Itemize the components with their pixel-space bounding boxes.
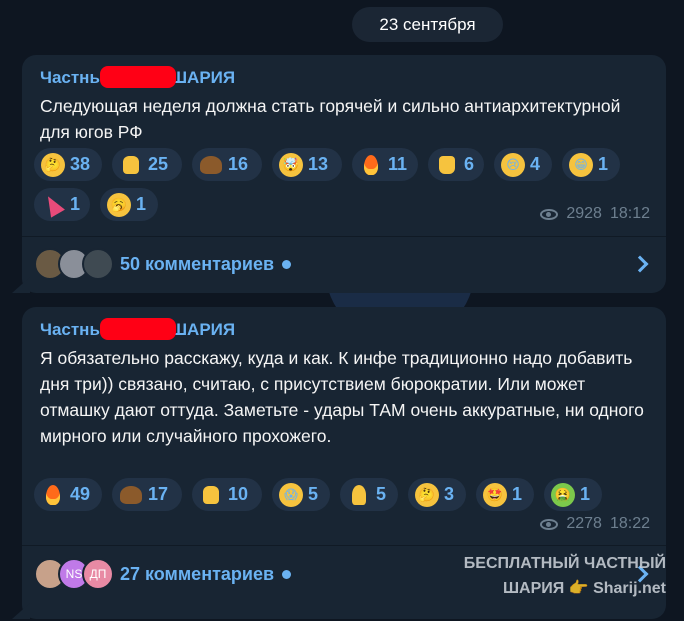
corner-watermark-line2: ШАРИЯ 👉 Sharij.net	[502, 580, 666, 597]
thinking-face-icon: 🤔	[415, 482, 439, 507]
reaction-crying-face[interactable]: 😢 4	[494, 148, 552, 181]
reaction-count: 1	[512, 484, 523, 504]
commenter-avatars: NS ДП	[34, 558, 114, 590]
chevron-right-icon	[631, 255, 649, 273]
reaction-grinning-face[interactable]: 😁 1	[562, 148, 620, 181]
reaction-count: 3	[444, 484, 455, 504]
reaction-party-popper[interactable]: 1	[34, 188, 90, 221]
redaction-mark	[99, 317, 176, 340]
fire-icon	[359, 153, 383, 177]
reaction-count: 38	[70, 154, 91, 174]
folded-hands-icon	[347, 483, 371, 507]
reaction-folded-hands[interactable]: 5	[340, 478, 398, 511]
avatar: ДП	[82, 558, 114, 590]
grinning-face-icon: 😁	[569, 152, 593, 177]
message-text: Следующая неделя должна стать горячей и …	[40, 96, 621, 142]
reaction-count: 1	[598, 154, 609, 174]
commenter-avatars	[34, 248, 114, 280]
reaction-count: 13	[308, 154, 329, 174]
reaction-screaming-face[interactable]: 😱 5	[272, 478, 330, 511]
view-count: 2278	[566, 515, 602, 532]
message-time: 18:12	[609, 205, 650, 222]
yawning-face-icon: 🥱	[107, 192, 131, 217]
reaction-thumbs-up[interactable]: 25	[112, 148, 182, 181]
thumbs-up-icon	[199, 483, 223, 507]
corner-watermark-line1: БЕСПЛАТНЫЙ ЧАСТНЫЙ	[463, 555, 666, 572]
pile-of-poo-icon	[119, 483, 143, 507]
bubble-tail	[12, 277, 30, 293]
sender-name-prefix: Частны	[40, 68, 104, 87]
divider	[22, 545, 666, 546]
pile-of-poo-icon	[199, 153, 223, 177]
reaction-nauseated-face[interactable]: 🤮 1	[544, 478, 602, 511]
reaction-count: 6	[464, 154, 475, 174]
reaction-pile-of-poo[interactable]: 17	[112, 478, 182, 511]
sender-name-suffix: ШАРИЯ	[169, 320, 236, 339]
redaction-mark	[99, 65, 176, 88]
date-separator: 23 сентября	[352, 7, 503, 42]
reaction-count: 1	[136, 194, 147, 214]
reaction-thinking-face[interactable]: 🤔 3	[408, 478, 466, 511]
avatar	[82, 248, 114, 280]
reaction-count: 1	[580, 484, 591, 504]
reaction-count: 1	[70, 194, 81, 214]
reaction-count: 5	[308, 484, 319, 504]
message-time: 18:22	[609, 515, 650, 532]
eye-icon	[540, 518, 559, 530]
reaction-count: 49	[70, 484, 91, 504]
nauseated-face-icon: 🤮	[551, 482, 575, 507]
comments-count-label: 50 комментариев	[120, 253, 275, 274]
sender-name-suffix: ШАРИЯ	[169, 68, 236, 87]
reaction-count: 17	[148, 484, 169, 504]
reaction-thumbs-up[interactable]: 10	[192, 478, 262, 511]
reaction-count: 5	[376, 484, 387, 504]
sender-name-prefix: Частны	[40, 320, 104, 339]
reaction-yawning-face[interactable]: 🥱 1	[100, 188, 158, 221]
thinking-face-icon: 🤔	[41, 152, 65, 177]
bubble-tail	[12, 603, 30, 619]
reaction-count: 4	[530, 154, 541, 174]
crying-face-icon: 😢	[501, 152, 525, 177]
reaction-count: 11	[388, 154, 408, 174]
reaction-star-struck[interactable]: 🤩 1	[476, 478, 534, 511]
exploding-head-icon: 🤯	[279, 152, 303, 177]
fire-icon	[41, 483, 65, 507]
sender-name[interactable]: Частны ШАРИЯ	[40, 317, 236, 341]
message-bubble: Частны ШАРИЯ Следующая неделя должна стат…	[12, 55, 666, 293]
eye-icon	[540, 208, 559, 220]
reaction-pile-of-poo[interactable]: 16	[192, 148, 262, 181]
thumbs-down-icon	[435, 153, 459, 177]
screaming-face-icon: 😱	[279, 482, 303, 507]
party-popper-icon	[41, 193, 65, 217]
message-meta: 2928 18:12	[540, 205, 650, 223]
message-text: Я обязательно расскажу, куда и как. К ин…	[40, 348, 644, 446]
reaction-exploding-head[interactable]: 🤯 13	[272, 148, 342, 181]
comments-button[interactable]: 50 комментариев	[34, 239, 654, 289]
reaction-thumbs-down[interactable]: 6	[428, 148, 484, 181]
unread-dot-icon	[282, 259, 292, 269]
unread-dot-icon	[282, 569, 292, 579]
reaction-fire[interactable]: 49	[34, 478, 102, 511]
reaction-count: 10	[228, 484, 249, 504]
thumbs-up-icon	[119, 153, 143, 177]
star-struck-icon: 🤩	[483, 482, 507, 507]
sender-name[interactable]: Частны ШАРИЯ	[40, 65, 236, 89]
view-count: 2928	[566, 205, 602, 222]
message-meta: 2278 18:22	[540, 515, 650, 533]
reaction-count: 16	[228, 154, 249, 174]
corner-watermark: БЕСПЛАТНЫЙ ЧАСТНЫЙ ШАРИЯ 👉 Sharij.net	[464, 551, 666, 601]
reaction-fire[interactable]: 11	[352, 148, 418, 181]
reaction-count: 25	[148, 154, 169, 174]
divider	[22, 236, 666, 237]
comments-count-label: 27 комментариев	[120, 563, 275, 584]
reaction-thinking-face[interactable]: 🤔 38	[34, 148, 102, 181]
